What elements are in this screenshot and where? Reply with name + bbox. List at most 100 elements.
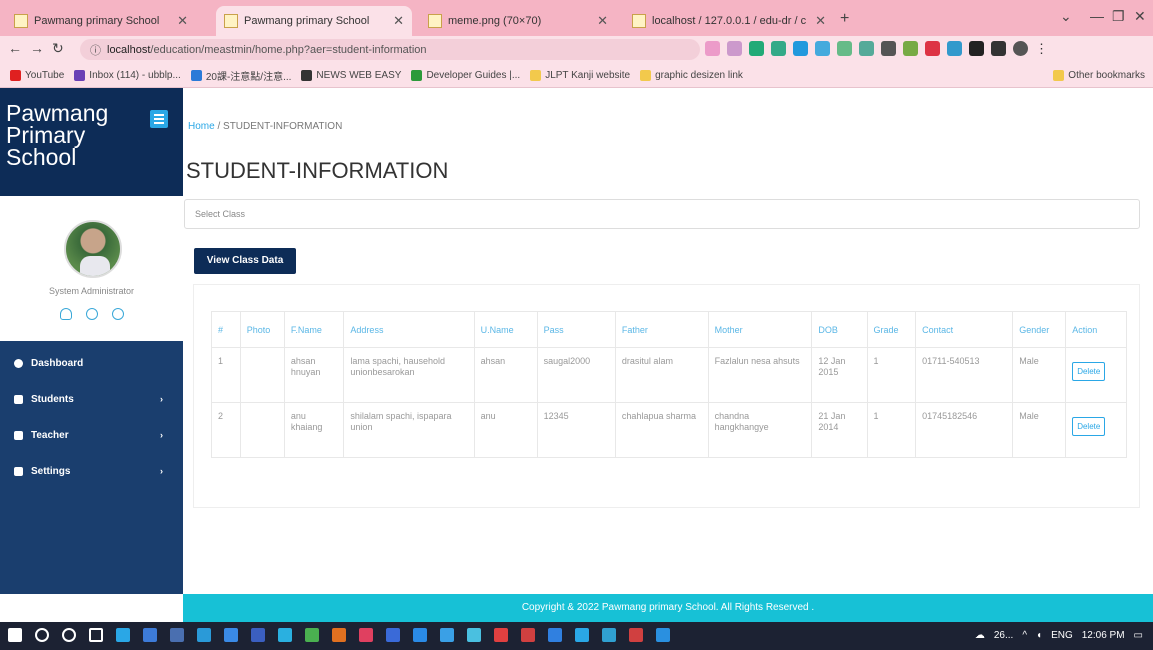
extension-icon[interactable] [815,41,830,56]
delete-button[interactable]: Delete [1072,417,1106,436]
app-icon[interactable] [575,628,589,642]
student-table-card: # Photo F.Name Address U.Name Pass Fathe… [193,284,1140,508]
extension-icon[interactable] [925,41,940,56]
share-icon[interactable] [705,41,720,56]
column-header: Action [1065,311,1127,348]
app-icon[interactable] [224,628,238,642]
minimize-icon[interactable]: — [1090,8,1104,24]
column-header: Father [614,311,709,348]
windows-start-icon[interactable] [8,628,22,642]
app-icon[interactable] [278,628,292,642]
chevron-down-icon[interactable]: ⌄ [1060,8,1072,25]
browser-tab-active[interactable]: Pawmang primary School ✕ [216,6,412,36]
search-icon[interactable] [35,628,49,642]
bookmark-item[interactable]: NEWS WEB EASY [301,69,401,81]
weather-icon[interactable]: ☁ [975,630,985,641]
app-icon[interactable] [251,628,265,642]
app-icon[interactable] [656,628,670,642]
extension-icon[interactable] [903,41,918,56]
view-class-data-button[interactable]: View Class Data [194,248,296,274]
column-header: Address [343,311,475,348]
mother-cell: Fazlalun nesa ahsuts [707,347,813,403]
extension-icon[interactable] [881,41,896,56]
app-icon[interactable] [116,628,130,642]
app-icon[interactable] [197,628,211,642]
app-icon[interactable] [467,628,481,642]
sidebar-item-teacher[interactable]: Teacher › [0,417,183,453]
gear-icon[interactable] [85,308,98,320]
volume-icon[interactable]: ◖ [1036,630,1042,641]
extension-icon[interactable] [837,41,852,56]
bookmark-item[interactable]: YouTube [10,69,64,81]
notification-icon[interactable]: ▭ [1134,630,1143,641]
restore-icon[interactable]: ❐ [1112,8,1125,25]
bookmark-item[interactable]: graphic desizen link [640,69,743,81]
sidebar-item-students[interactable]: Students › [0,381,183,417]
cortana-icon[interactable] [62,628,76,642]
app-icon[interactable] [602,628,616,642]
column-header: Pass [536,311,616,348]
reload-icon[interactable]: ↻ [52,40,64,57]
document-icon [14,430,23,440]
weather-text: 26... [993,630,1014,641]
bookmark-item[interactable]: JLPT Kanji website [530,69,630,81]
star-icon[interactable] [727,41,742,56]
app-icon[interactable] [143,628,157,642]
clock[interactable]: 12:06 PM [1082,630,1125,641]
bookmark-item[interactable]: Developer Guides |... [411,69,520,81]
app-icon[interactable] [332,628,346,642]
language-indicator[interactable]: ENG [1051,630,1073,641]
app-icon[interactable] [521,628,535,642]
new-tab-button[interactable]: + [840,10,849,28]
other-bookmarks[interactable]: Other bookmarks [1053,69,1145,81]
close-tab-icon[interactable]: ✕ [393,13,404,29]
browser-tab[interactable]: localhost / 127.0.0.1 / edu-dr / c ✕ [624,6,834,36]
url-input[interactable]: ⓘ localhost /education/meastmin/home.php… [80,39,700,60]
password-cell: saugal2000 [536,347,616,403]
close-tab-icon[interactable]: ✕ [177,13,188,29]
extension-icon[interactable] [749,41,764,56]
extension-icon[interactable] [859,41,874,56]
extension-icon[interactable] [947,41,962,56]
close-window-icon[interactable]: ✕ [1134,8,1146,25]
profile-icon[interactable] [1013,41,1028,56]
close-tab-icon[interactable]: ✕ [815,13,826,29]
app-icon[interactable] [548,628,562,642]
extension-icon[interactable] [793,41,808,56]
menu-icon[interactable]: ⋮ [1035,41,1050,56]
breadcrumb-home-link[interactable]: Home [188,121,215,132]
browser-tab[interactable]: Pawmang primary School ✕ [6,6,196,36]
close-tab-icon[interactable]: ✕ [597,13,608,29]
app-icon[interactable] [170,628,184,642]
app-icon[interactable] [359,628,373,642]
sidebar-item-dashboard[interactable]: Dashboard [0,345,183,381]
column-header: DOB [811,311,868,348]
app-icon[interactable] [494,628,508,642]
fname-cell: anu khaiang [283,402,345,458]
hamburger-menu-icon[interactable] [150,110,168,128]
extension-icon[interactable] [771,41,786,56]
app-icon[interactable] [629,628,643,642]
app-icon[interactable] [413,628,427,642]
power-icon[interactable] [111,308,124,320]
app-icon[interactable] [305,628,319,642]
task-view-icon[interactable] [89,628,103,642]
back-icon[interactable]: ← [8,40,22,56]
delete-button[interactable]: Delete [1072,362,1106,381]
user-icon[interactable] [59,308,72,320]
class-select[interactable]: Select Class [184,199,1140,229]
brand-header: Pawmang Primary School [0,88,183,196]
chevron-up-icon[interactable]: ^ [1022,630,1027,641]
avatar [64,220,122,278]
app-icon[interactable] [386,628,400,642]
sidebar-item-settings[interactable]: Settings › [0,453,183,489]
developer-icon [411,69,423,81]
puzzle-icon[interactable] [969,41,984,56]
browser-tab[interactable]: meme.png (70×70) ✕ [420,6,616,36]
app-icon[interactable] [440,628,454,642]
column-header: Photo [239,311,285,348]
sidepanel-icon[interactable] [991,41,1006,56]
forward-icon[interactable]: → [30,40,44,56]
bookmark-item[interactable]: Inbox (114) - ubblp... [74,69,181,81]
bookmark-item[interactable]: 20課-注意點/注意... [190,68,291,83]
